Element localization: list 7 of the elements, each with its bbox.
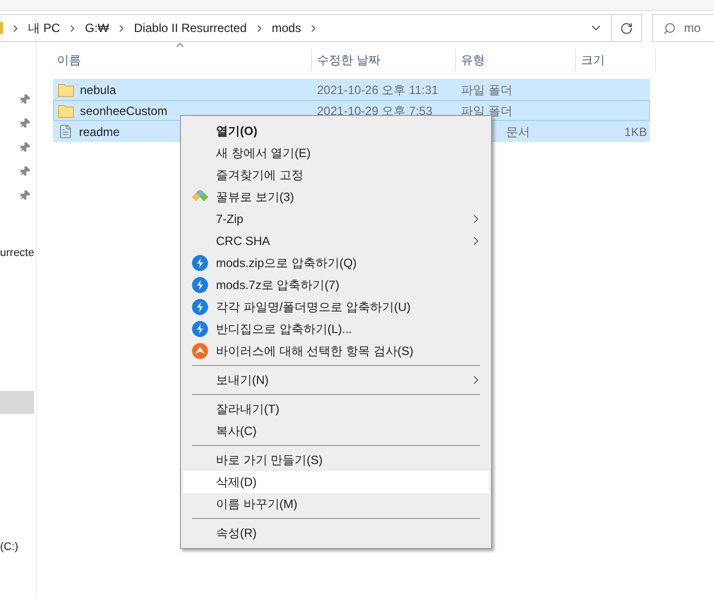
type-cell-text: 문서 [505,124,530,138]
size-cell: 1KB [624,124,647,138]
file-name: readme [79,124,120,140]
file-name: seonheeCustom [80,102,168,120]
date-cell: 2021-10-26 오후 11:31 [317,82,438,96]
file-name: nebula [80,82,116,98]
type-cell: 파일 폴더 [461,82,512,96]
